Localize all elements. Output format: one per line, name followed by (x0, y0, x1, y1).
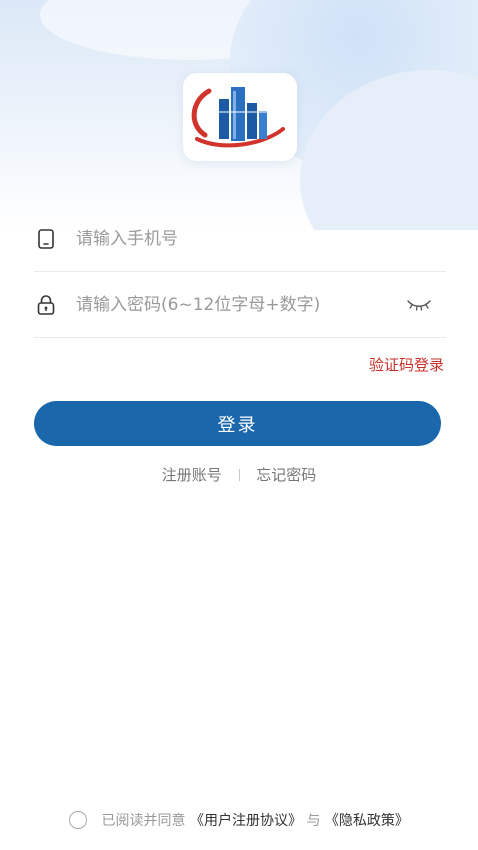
app-logo (183, 73, 297, 161)
password-input[interactable] (76, 288, 396, 322)
login-button[interactable]: 登录 (34, 401, 441, 446)
agreement-checkbox[interactable] (69, 811, 88, 829)
agreement-conjunction: 与 (306, 813, 321, 829)
lock-icon (37, 295, 55, 315)
forgot-password-link[interactable]: 忘记密码 (256, 464, 316, 485)
building-logo-icon (191, 87, 285, 148)
password-field (34, 272, 446, 338)
register-link[interactable]: 注册账号 (162, 464, 222, 485)
phone-field (34, 206, 446, 272)
phone-input[interactable] (76, 222, 396, 256)
user-agreement-link[interactable]: 《用户注册协议》 (190, 813, 302, 829)
eye-closed-icon[interactable] (406, 296, 432, 312)
sms-login-link[interactable]: 验证码登录 (369, 354, 444, 375)
agreement-row: 已阅读并同意 《用户注册协议》 与 《隐私政策》 (0, 810, 478, 830)
phone-icon (38, 229, 54, 249)
privacy-policy-link[interactable]: 《隐私政策》 (325, 813, 409, 829)
account-links: 注册账号 忘记密码 (0, 464, 478, 485)
agreement-prefix: 已阅读并同意 (101, 813, 186, 829)
link-divider (238, 468, 240, 481)
